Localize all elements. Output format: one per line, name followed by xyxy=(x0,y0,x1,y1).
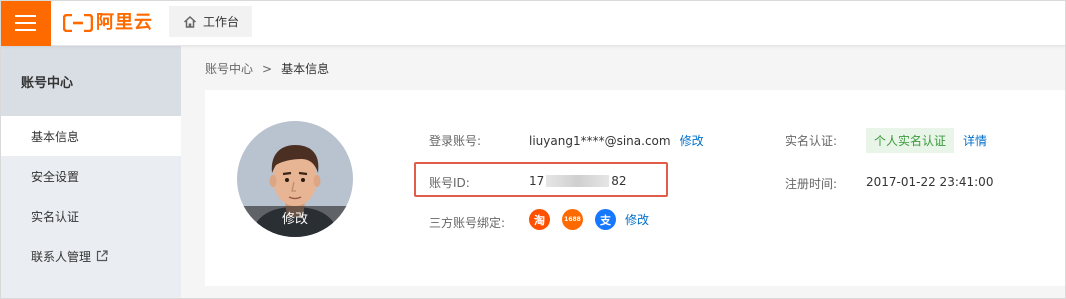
sidebar-item-security-settings[interactable]: 安全设置 xyxy=(0,156,181,196)
home-icon xyxy=(183,15,197,28)
breadcrumb-parent[interactable]: 账号中心 xyxy=(205,60,253,77)
account-id-value-row: 17 82 xyxy=(529,174,627,188)
third-party-icons-row: 淘 1688 支 修改 xyxy=(529,209,649,230)
workbench-label: 工作台 xyxy=(203,15,240,29)
login-account-label: 登录账号: xyxy=(429,134,482,148)
top-bar: 阿里云 工作台 xyxy=(0,0,1066,46)
realname-label: 实名认证: xyxy=(785,134,838,148)
sidebar-item-label: 安全设置 xyxy=(31,169,80,184)
sidebar-item-realname-auth[interactable]: 实名认证 xyxy=(0,196,181,236)
sidebar-item-label: 基本信息 xyxy=(31,129,80,144)
taobao-icon[interactable]: 淘 xyxy=(529,209,550,230)
login-account-value-row: liuyang1****@sina.com 修改 xyxy=(529,132,704,149)
external-link-icon xyxy=(96,250,108,262)
1688-icon[interactable]: 1688 xyxy=(562,209,583,230)
account-id-prefix: 17 xyxy=(529,174,545,188)
login-account-value: liuyang1****@sina.com xyxy=(529,133,671,148)
login-account-row: 登录账号: xyxy=(429,132,481,149)
third-party-row: 三方账号绑定: xyxy=(429,214,505,231)
realname-value-row: 个人实名认证 详情 xyxy=(866,128,987,153)
realname-detail-link[interactable]: 详情 xyxy=(963,132,987,149)
third-party-label: 三方账号绑定: xyxy=(429,216,506,230)
register-time-value: 2017-01-22 23:41:00 xyxy=(866,175,994,189)
account-id-label: 账号ID: xyxy=(429,176,470,190)
alipay-icon[interactable]: 支 xyxy=(595,209,616,230)
sidebar-item-label: 实名认证 xyxy=(31,209,80,224)
aliyun-logo-mark-icon xyxy=(63,14,93,32)
register-time-label: 注册时间: xyxy=(785,177,838,191)
realname-status-badge: 个人实名认证 xyxy=(866,128,955,153)
account-id-redaction xyxy=(546,175,610,187)
breadcrumb-current: 基本信息 xyxy=(281,62,330,76)
sidebar-item-label: 联系人管理 xyxy=(31,249,92,264)
sidebar-item-contacts[interactable]: 联系人管理 xyxy=(0,236,181,276)
logo-text: 阿里云 xyxy=(96,12,153,33)
hamburger-menu-icon[interactable] xyxy=(0,0,51,46)
avatar-edit-button[interactable]: 修改 xyxy=(237,206,353,237)
sidebar-item-basic-info[interactable]: 基本信息 xyxy=(0,116,181,156)
register-time-value-row: 2017-01-22 23:41:00 xyxy=(866,175,993,189)
login-account-edit-link[interactable]: 修改 xyxy=(680,132,704,149)
sidebar: 账号中心 基本信息 安全设置 实名认证 联系人管理 xyxy=(0,46,181,299)
aliyun-logo[interactable]: 阿里云 xyxy=(63,12,153,34)
workbench-button[interactable]: 工作台 xyxy=(169,6,252,37)
avatar[interactable]: 修改 xyxy=(237,121,353,237)
third-party-edit-link[interactable]: 修改 xyxy=(625,211,649,228)
account-id-suffix: 82 xyxy=(611,174,627,188)
sidebar-title: 账号中心 xyxy=(0,46,181,116)
account-id-row: 账号ID: xyxy=(429,174,470,191)
breadcrumb-separator: > xyxy=(262,61,273,76)
register-time-row: 注册时间: xyxy=(785,175,837,192)
profile-card: 修改 登录账号: liuyang1****@sina.com 修改 账号ID: … xyxy=(205,90,1066,286)
breadcrumb: 账号中心 > 基本信息 xyxy=(205,60,329,77)
realname-row: 实名认证: xyxy=(785,132,837,149)
